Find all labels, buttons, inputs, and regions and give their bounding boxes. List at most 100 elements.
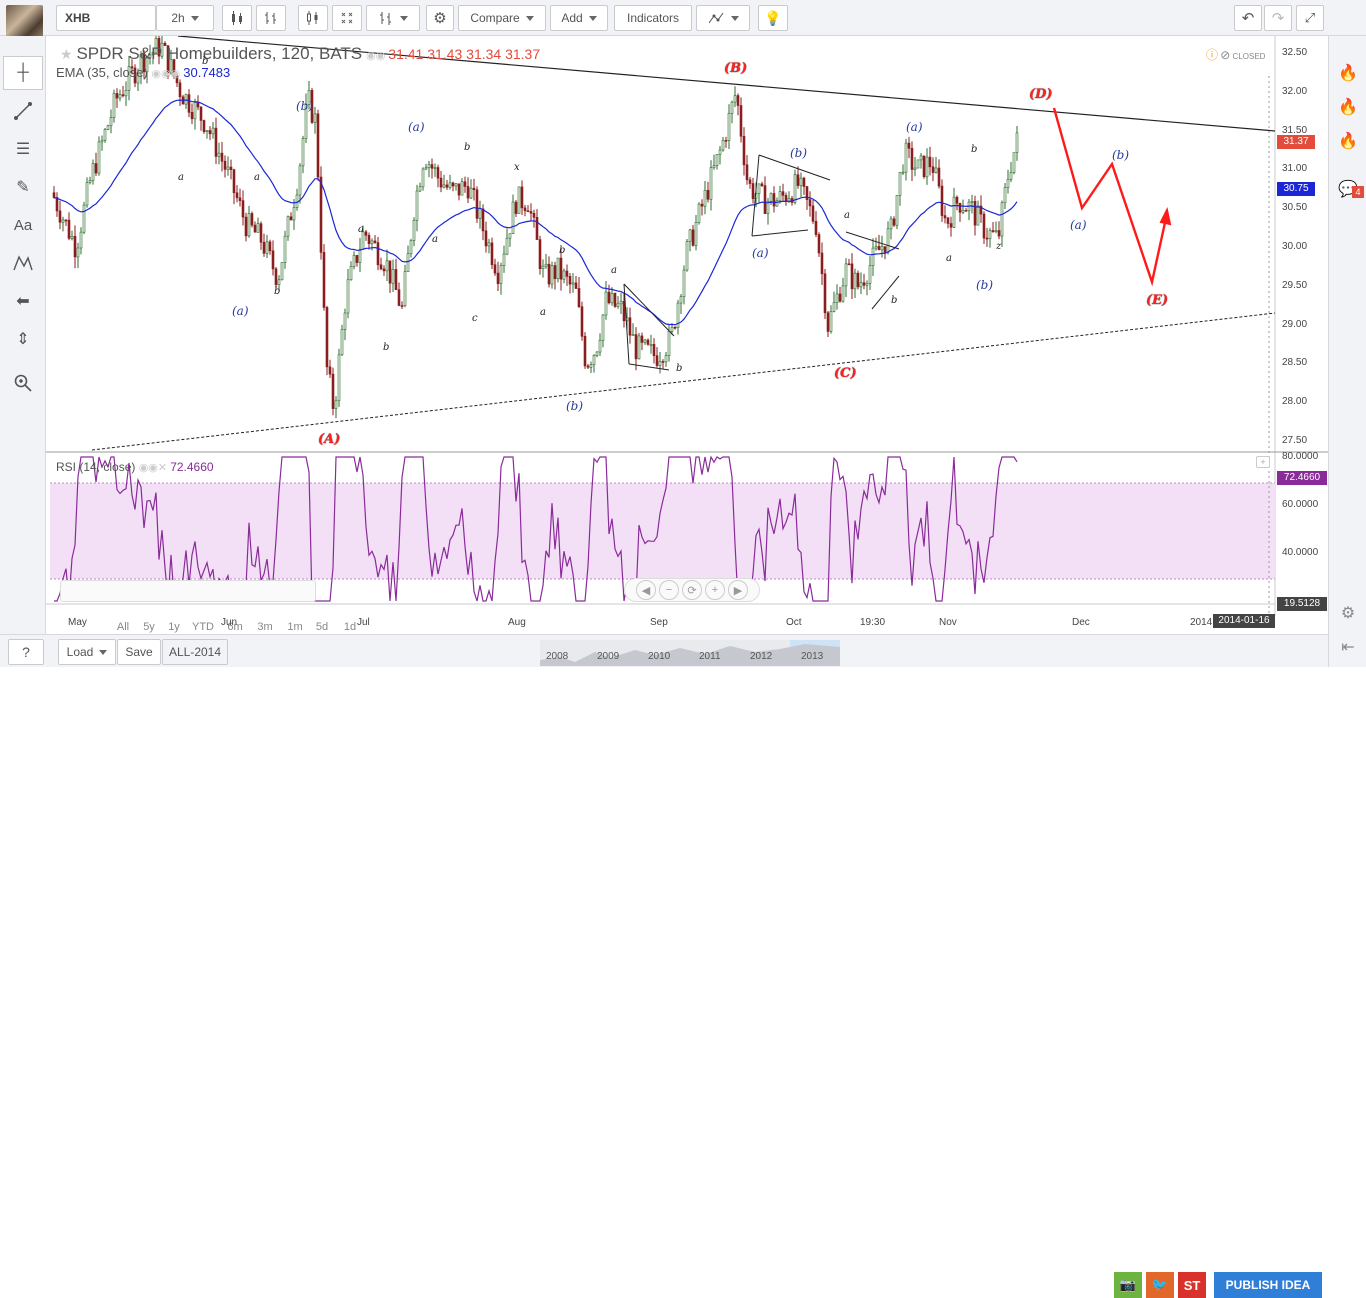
wave-label-minor[interactable]: c — [472, 313, 478, 324]
legend-settings-icon[interactable]: ◉◉ — [366, 50, 388, 62]
fullscreen-button[interactable]: ⤢ — [1296, 5, 1324, 31]
wave-label-minor[interactable]: a — [946, 253, 952, 264]
scroll-right-icon[interactable]: ▶ — [728, 580, 748, 600]
wave-label-minor[interactable]: a — [844, 210, 850, 221]
wave-label-major[interactable]: (A) — [318, 432, 340, 447]
chart-canvas[interactable] — [46, 36, 1328, 634]
crosshair-tool[interactable]: ┼ — [3, 56, 43, 90]
settings-button[interactable]: ⚙ — [426, 5, 454, 31]
hotlist-button-1[interactable]: 🔥 — [1329, 56, 1366, 90]
pattern-tool[interactable] — [3, 246, 43, 280]
rsi-pane-add-button[interactable]: + — [1256, 456, 1270, 468]
zoom-out-icon[interactable]: − — [659, 580, 679, 600]
wave-label-minor[interactable]: (a) — [1070, 218, 1087, 232]
wave-label-minor[interactable]: a — [358, 224, 364, 235]
reset-icon[interactable]: ⟳ — [682, 580, 702, 600]
candle-body — [895, 195, 899, 226]
wave-label-minor[interactable]: b — [559, 245, 565, 256]
support-trendline[interactable] — [91, 312, 1276, 451]
undo-button[interactable]: ↶ — [1234, 5, 1262, 31]
wave-label-minor[interactable]: a — [540, 307, 546, 318]
hotlist-button-2[interactable]: 🔥 — [1329, 90, 1366, 124]
hollow-candles-button[interactable] — [298, 5, 328, 31]
ideas-button[interactable]: 💡 — [758, 5, 788, 31]
redo-button[interactable]: ↷ — [1264, 5, 1292, 31]
range-button[interactable]: 5y — [138, 619, 160, 635]
logout-button[interactable]: ⇤ — [1329, 630, 1366, 664]
chart-area[interactable]: ★ SPDR S&P Homebuilders, 120, BATS ◉◉ 31… — [46, 36, 1328, 634]
wave-label-minor[interactable]: x — [514, 162, 520, 173]
wave-label-minor[interactable]: (b) — [296, 99, 313, 113]
wave-label-minor[interactable]: (b) — [566, 399, 583, 413]
range-button[interactable]: All — [112, 619, 134, 635]
save-button[interactable]: Save — [117, 639, 161, 665]
symbol-input[interactable]: XHB — [56, 5, 156, 31]
add-button[interactable]: Add — [550, 5, 608, 31]
wave-label-major[interactable]: (C) — [834, 366, 857, 381]
ohlc-style-button[interactable] — [256, 5, 286, 31]
rsi-settings-icon[interactable]: ◉◉✕ — [139, 462, 170, 474]
overview-mini-chart[interactable] — [540, 640, 840, 666]
twitter-button[interactable]: 🐦 — [1146, 1272, 1174, 1298]
trendline-tool[interactable] — [3, 94, 43, 128]
range-button[interactable]: 1m — [282, 619, 308, 635]
wave-label-minor[interactable]: a — [178, 172, 184, 183]
wave-label-minor[interactable]: a — [432, 234, 438, 245]
range-button[interactable]: 3m — [252, 619, 278, 635]
text-tool[interactable]: Aa — [3, 208, 43, 242]
hotlist-button-3[interactable]: 🔥 — [1329, 124, 1366, 158]
snapshot-button[interactable]: 📷 — [1114, 1272, 1142, 1298]
publish-idea-button[interactable]: PUBLISH IDEA — [1214, 1272, 1322, 1298]
candle-body — [484, 230, 488, 247]
wave-label-minor[interactable]: b — [202, 56, 208, 67]
wave-label-minor[interactable]: (b) — [1112, 148, 1129, 162]
measure-tool[interactable]: ⇕ — [3, 322, 43, 356]
scroll-left-icon[interactable]: ◀ — [636, 580, 656, 600]
wave-label-major[interactable]: (D) — [1029, 87, 1053, 102]
compare-button[interactable]: Compare — [458, 5, 546, 31]
load-button[interactable]: Load — [58, 639, 116, 665]
arrow-tool[interactable]: ⬅ — [3, 284, 43, 318]
range-button[interactable]: YTD — [188, 619, 218, 635]
range-button[interactable]: 5d — [310, 619, 334, 635]
wave-label-minor[interactable]: b — [464, 142, 470, 153]
wave-label-minor[interactable]: b — [891, 295, 897, 306]
wave-label-major[interactable]: (B) — [724, 61, 747, 76]
fib-tool[interactable]: ☰ — [3, 132, 43, 166]
range-button[interactable]: 1y — [163, 619, 185, 635]
wave-label-minor[interactable]: (b) — [790, 146, 807, 160]
wave-label-minor[interactable]: (a) — [906, 120, 923, 134]
legend-star-icon[interactable]: ★ — [60, 46, 76, 62]
bars-style-button[interactable] — [222, 5, 252, 31]
wave-label-minor[interactable]: (b) — [976, 278, 993, 292]
alerts-button[interactable]: 💬 4 — [1329, 172, 1366, 206]
help-button[interactable]: ? — [8, 639, 44, 665]
candle-body — [241, 200, 245, 218]
wave-label-minor[interactable]: b — [676, 363, 682, 374]
wave-label-minor[interactable]: (a) — [752, 246, 769, 260]
heikin-ashi-button[interactable] — [332, 5, 362, 31]
stocktwits-button[interactable]: ST — [1178, 1272, 1206, 1298]
interval-select[interactable]: 2h — [156, 5, 214, 31]
brush-tool[interactable]: ✎ — [3, 170, 43, 204]
wave-label-minor[interactable]: b — [274, 286, 280, 297]
indicators-button[interactable]: Indicators — [614, 5, 692, 31]
ema-settings-icon[interactable]: ◉◉◉ — [151, 68, 183, 80]
wave-label-minor[interactable]: z — [996, 241, 1001, 252]
wave-label-minor[interactable]: b — [383, 342, 389, 353]
projection-path[interactable] — [1052, 107, 1168, 287]
wave-label-major[interactable]: (E) — [1146, 293, 1168, 308]
zoom-tool[interactable] — [3, 366, 43, 400]
settings-button-right[interactable]: ⚙ — [1329, 596, 1366, 630]
zoom-in-icon[interactable]: + — [705, 580, 725, 600]
wave-label-minor[interactable]: (a) — [408, 120, 425, 134]
drawings-dropdown[interactable] — [696, 5, 750, 31]
wave-label-minor[interactable]: b — [971, 144, 977, 155]
chart-style-dropdown[interactable] — [366, 5, 420, 31]
wave-label-minor[interactable]: a — [254, 172, 260, 183]
candle-body — [649, 344, 653, 346]
layout-name[interactable]: ALL-2014 — [162, 639, 228, 665]
wave-label-minor[interactable]: (a) — [232, 304, 249, 318]
wave-label-minor[interactable]: a — [611, 265, 617, 276]
candle-body — [658, 361, 662, 366]
